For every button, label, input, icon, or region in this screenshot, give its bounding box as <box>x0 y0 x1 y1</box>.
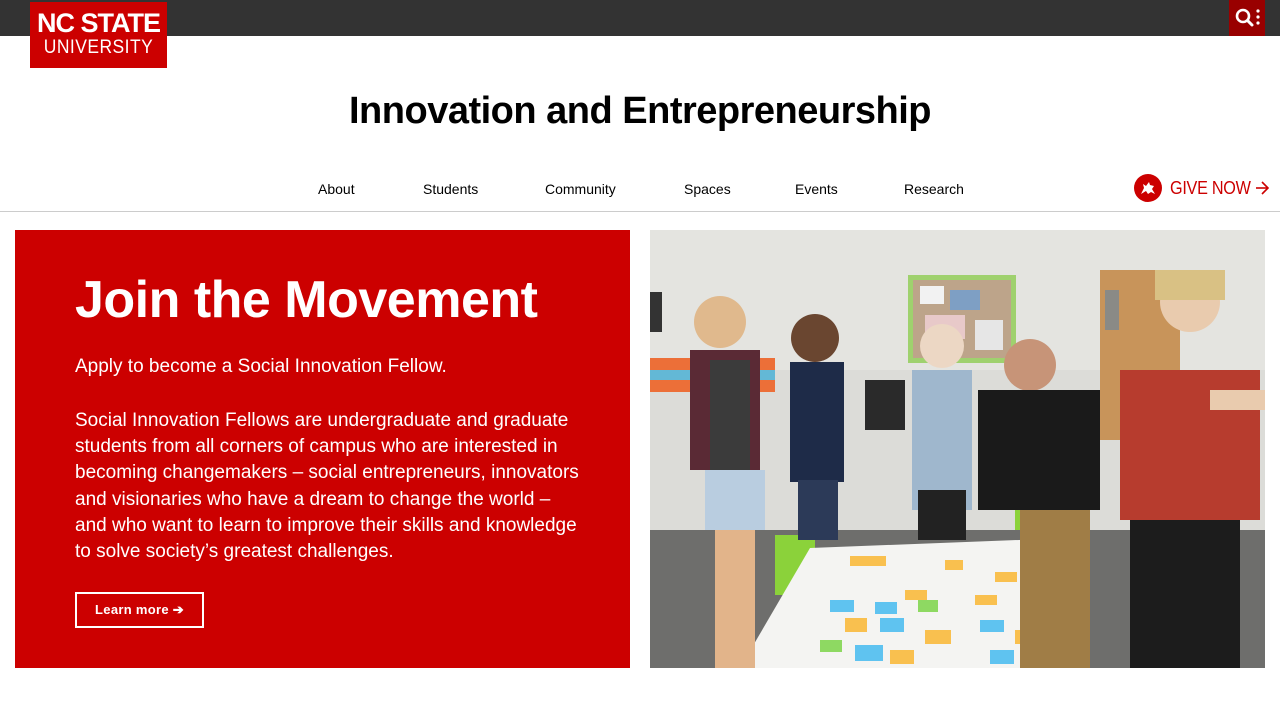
hero-title: Join the Movement <box>75 271 538 329</box>
search-button[interactable] <box>1229 0 1265 36</box>
logo-text-line2: UNIVERSITY <box>43 37 154 58</box>
main-nav: About Students Community Spaces Events R… <box>0 172 1280 206</box>
nc-state-logo[interactable]: NC STATE UNIVERSITY <box>30 2 167 68</box>
learn-more-button[interactable]: Learn more ➔ <box>75 592 204 628</box>
give-now-label: GIVE NOW <box>1170 177 1251 198</box>
hero-panel: Join the Movement Apply to become a Soci… <box>15 230 630 668</box>
logo-text-line1: NC STATE <box>37 8 161 38</box>
hero-photo <box>650 230 1265 668</box>
nav-item-spaces[interactable]: Spaces <box>684 181 731 197</box>
nav-item-research[interactable]: Research <box>904 181 964 197</box>
site-title[interactable]: Innovation and Entrepreneurship <box>0 90 1280 133</box>
give-now-link[interactable]: GIVE NOW <box>1134 174 1270 202</box>
top-utility-bar <box>0 0 1280 36</box>
arrow-right-icon <box>1255 181 1269 195</box>
wolf-icon <box>1134 174 1162 202</box>
hero-body-text: Social Innovation Fellows are undergradu… <box>75 410 579 563</box>
nav-item-students[interactable]: Students <box>423 181 478 197</box>
nav-item-community[interactable]: Community <box>545 181 616 197</box>
nav-item-events[interactable]: Events <box>795 181 838 197</box>
nav-divider <box>0 211 1280 212</box>
fellows-workshop-photo <box>650 230 1265 668</box>
search-icon <box>1235 8 1260 27</box>
nav-item-about[interactable]: About <box>318 181 355 197</box>
hero-subtitle: Apply to become a Social Innovation Fell… <box>75 356 447 377</box>
